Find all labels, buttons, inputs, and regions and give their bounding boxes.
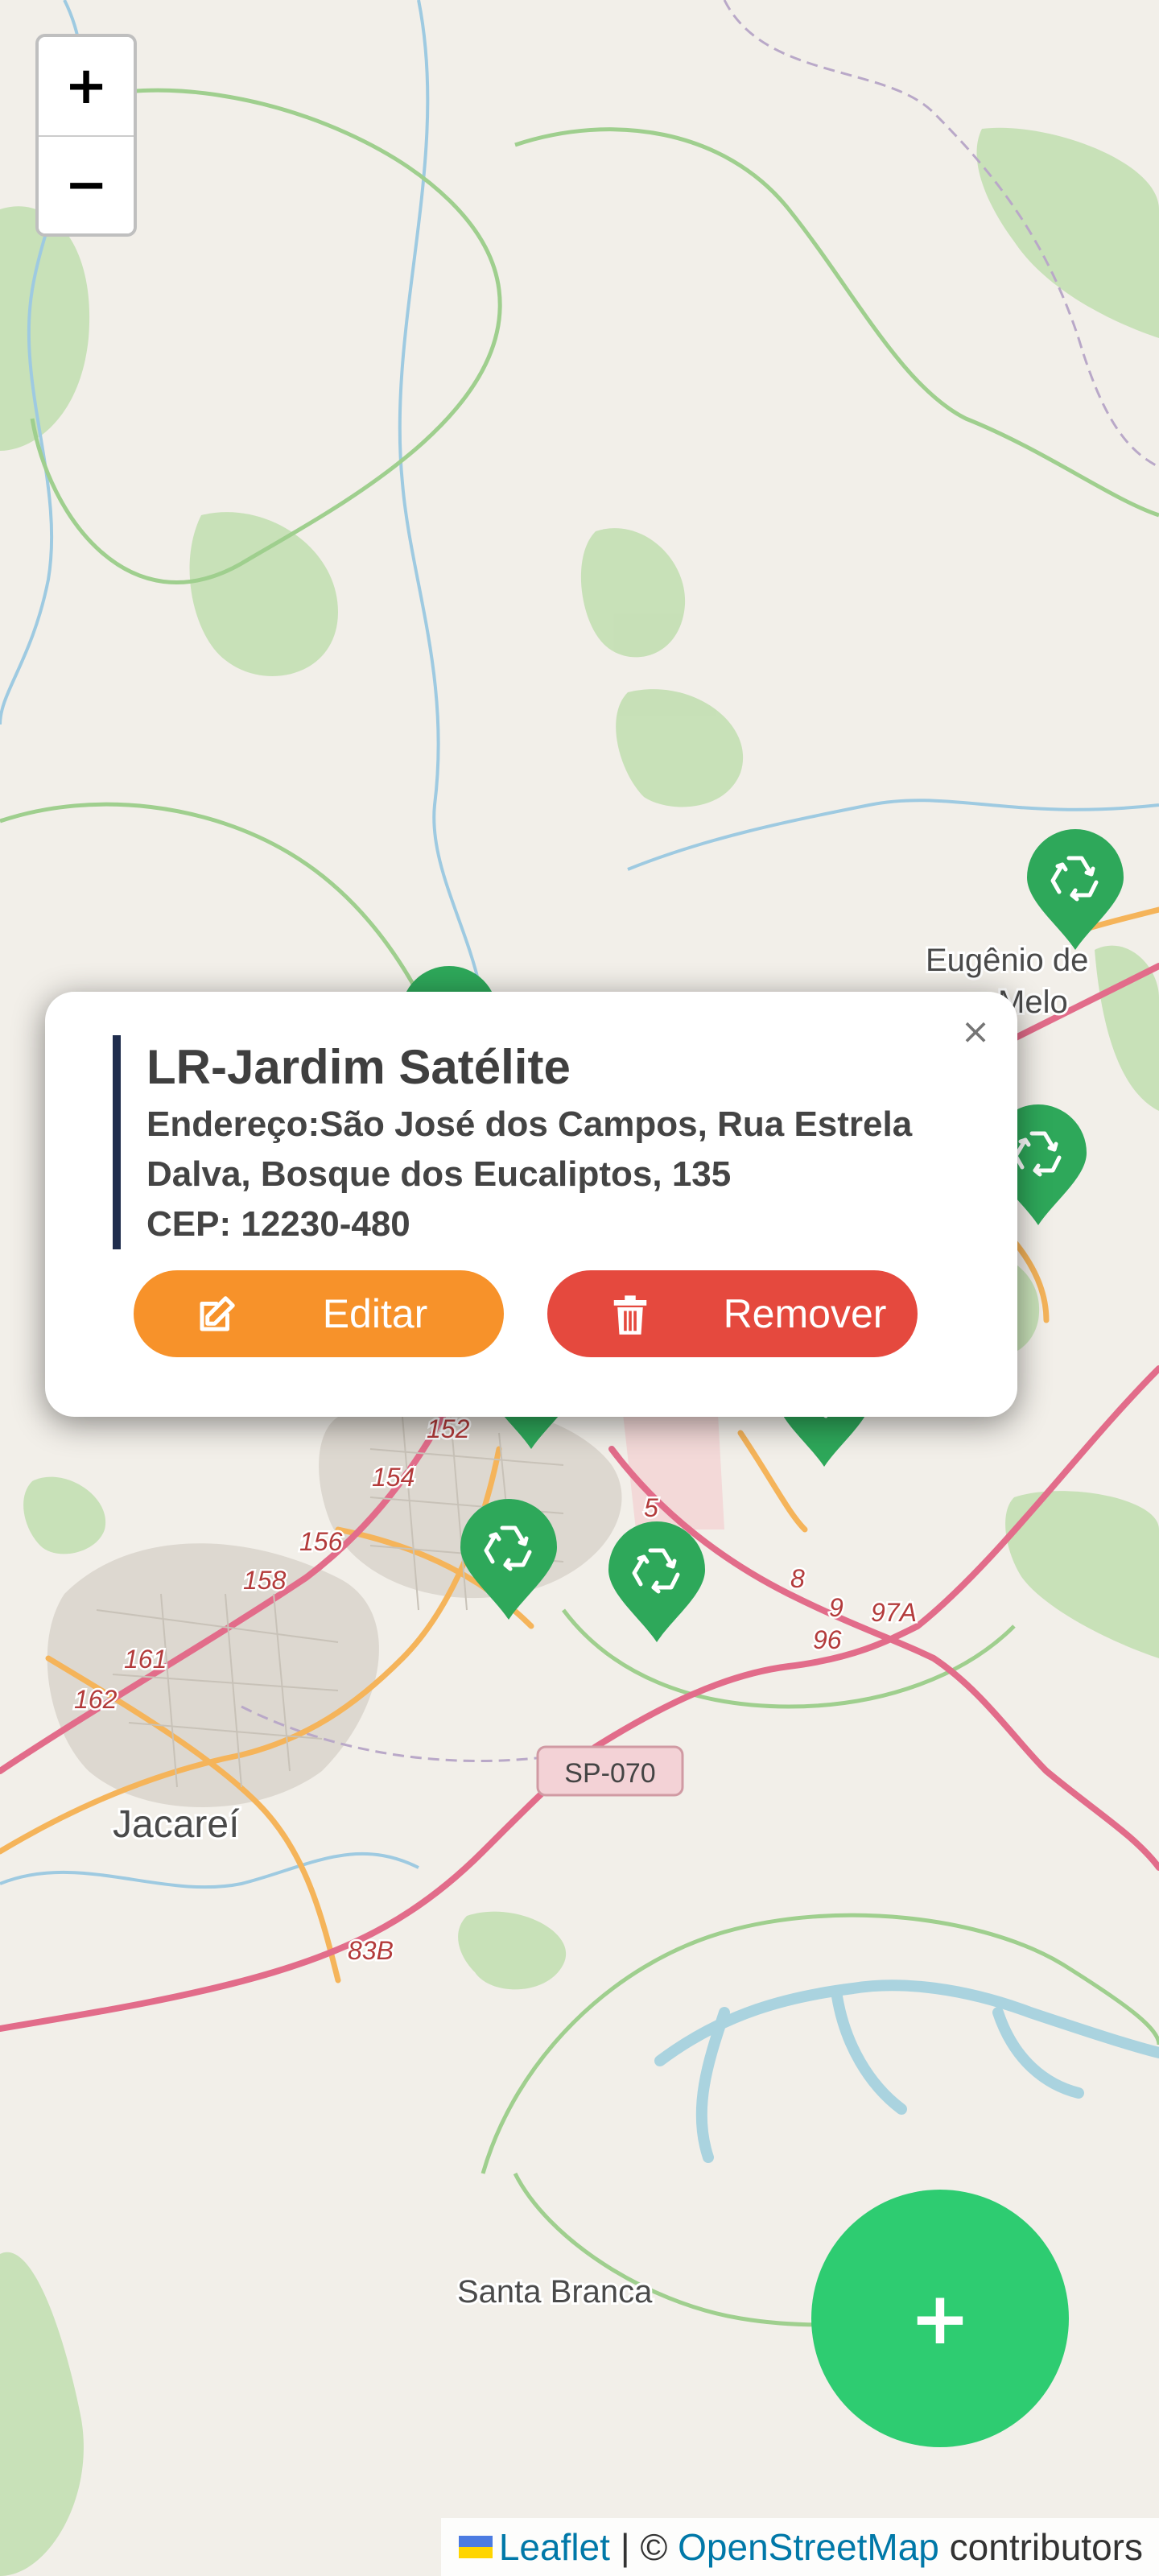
edit-button[interactable]: Editar bbox=[134, 1270, 504, 1357]
add-location-button[interactable]: + bbox=[811, 2190, 1069, 2447]
zoom-control: + − bbox=[35, 34, 137, 237]
road-label: 9 bbox=[829, 1593, 843, 1622]
location-popup: × LR-Jardim Satélite Endereço:São José d… bbox=[45, 992, 1017, 1417]
popup-address-line1: Endereço:São José dos Campos, Rua Estrel… bbox=[146, 1104, 913, 1144]
road-label: 156 bbox=[299, 1527, 343, 1556]
road-label: 158 bbox=[243, 1566, 287, 1595]
remove-button[interactable]: Remover bbox=[547, 1270, 918, 1357]
zoom-out-button[interactable]: − bbox=[39, 135, 134, 233]
edit-button-label: Editar bbox=[322, 1291, 428, 1336]
road-label: 5 bbox=[644, 1493, 658, 1522]
popup-cep: CEP: 12230-480 bbox=[146, 1204, 410, 1244]
popup-content: LR-Jardim Satélite Endereço:São José dos… bbox=[113, 1035, 975, 1249]
leaflet-link[interactable]: Leaflet bbox=[499, 2526, 610, 2568]
zoom-in-button[interactable]: + bbox=[39, 37, 134, 135]
attribution-separator: | © bbox=[609, 2526, 678, 2568]
road-label: 152 bbox=[427, 1414, 470, 1443]
place-label-santa-branca: Santa Branca bbox=[457, 2274, 653, 2310]
road-label: 154 bbox=[372, 1463, 415, 1492]
place-label-jacarei: Jacareí bbox=[113, 1803, 240, 1846]
road-label: 97A bbox=[871, 1598, 917, 1627]
map-attribution: Leaflet | © OpenStreetMap contributors bbox=[440, 2518, 1159, 2576]
ukraine-flag-icon bbox=[458, 2535, 493, 2558]
road-label: 8 bbox=[790, 1564, 805, 1593]
attribution-suffix: contributors bbox=[938, 2526, 1143, 2568]
road-label: 162 bbox=[74, 1685, 118, 1714]
openstreetmap-link[interactable]: OpenStreetMap bbox=[678, 2526, 939, 2568]
popup-address-line2: Dalva, Bosque dos Eucaliptos, 135 bbox=[146, 1154, 732, 1194]
remove-button-label: Remover bbox=[723, 1291, 887, 1336]
popup-title: LR-Jardim Satélite bbox=[146, 1040, 571, 1094]
road-label: 96 bbox=[813, 1625, 842, 1654]
popup-actions: Editar Remover bbox=[134, 1270, 922, 1359]
road-label: 161 bbox=[124, 1645, 167, 1674]
road-label: 83B bbox=[348, 1936, 394, 1965]
place-label-eugenio: Eugênio de bbox=[926, 943, 1088, 978]
road-shield-sp070: SP-070 bbox=[564, 1758, 655, 1789]
